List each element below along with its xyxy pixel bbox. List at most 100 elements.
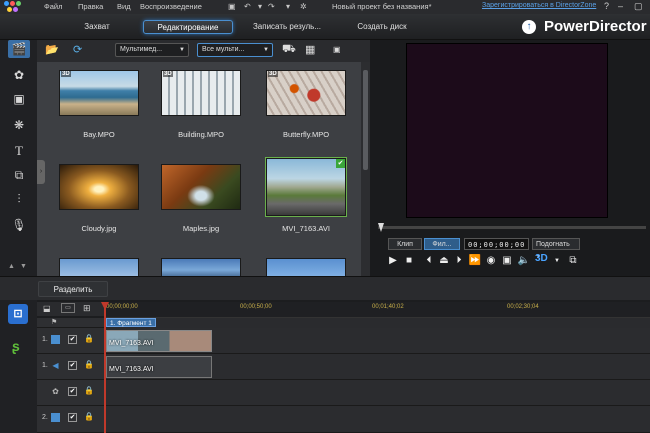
split-button[interactable]: Разделить: [38, 281, 108, 297]
media-thumbnail[interactable]: [59, 258, 139, 276]
redo-dropdown-icon[interactable]: ▾: [286, 2, 290, 11]
preview-seek-bar[interactable]: [378, 223, 646, 232]
seek-slider-handle[interactable]: [378, 223, 384, 232]
track-number: 2.: [42, 414, 48, 421]
audio-clip[interactable]: MVI_7163.AVI: [106, 356, 212, 378]
menu-playback[interactable]: Воспроизведение: [140, 2, 202, 11]
add-track-icon[interactable]: ⊞: [83, 303, 91, 314]
lock-icon[interactable]: 🔒: [84, 360, 94, 369]
import-folder-icon[interactable]: 📂: [45, 43, 59, 56]
mode-bar: Захват Редактирование Записать резуль...…: [0, 14, 650, 40]
capture-camera-icon[interactable]: ⛟: [282, 43, 296, 57]
media-thumbnail[interactable]: ✔: [265, 157, 347, 217]
playhead[interactable]: [104, 302, 106, 433]
brand-name: PowerDirector: [544, 18, 647, 35]
volume-icon[interactable]: 🔈: [517, 255, 531, 266]
undo-icon[interactable]: ↶: [244, 2, 251, 11]
media-caption: Maples.jpg: [182, 224, 220, 233]
settings-icon[interactable]: ✲: [300, 2, 307, 11]
storyboard-icon[interactable]: ʂ: [12, 338, 20, 354]
redo-icon[interactable]: ↷: [268, 2, 275, 11]
split-icon[interactable]: ⏏: [437, 255, 451, 266]
snapshot-camera-icon[interactable]: ◉: [484, 255, 498, 266]
particle-room-icon[interactable]: ❋: [8, 116, 30, 134]
effect-lane[interactable]: [104, 380, 650, 406]
previous-frame-icon[interactable]: ⏴: [422, 255, 436, 266]
media-thumbnail[interactable]: [161, 258, 241, 276]
media-filter-dropdown[interactable]: Мультимед... ▼: [115, 43, 189, 57]
track-enable-checkbox[interactable]: ✔: [68, 361, 77, 370]
panel-collapse-handle[interactable]: ›: [37, 160, 45, 184]
timeline-view-icon[interactable]: ⊡: [8, 304, 28, 324]
track-enable-checkbox[interactable]: ✔: [68, 335, 77, 344]
media-thumbnail[interactable]: 3D: [161, 70, 241, 116]
track-enable-checkbox[interactable]: ✔: [68, 413, 77, 422]
scrollbar-thumb[interactable]: [363, 70, 368, 170]
lock-icon[interactable]: 🔒: [84, 334, 94, 343]
restore-icon[interactable]: ▢: [634, 1, 643, 12]
scroll-up-icon[interactable]: ▲: [8, 263, 15, 270]
fit-timeline-icon[interactable]: ▭: [61, 303, 75, 313]
media-thumbnail[interactable]: 3D: [266, 70, 346, 116]
timecode-display[interactable]: 00;00;00;00: [464, 238, 530, 250]
media-caption: Bay.MPO: [83, 130, 115, 139]
grid-view-icon[interactable]: ▦: [305, 43, 315, 56]
track-head-effect: ✿ ✔ 🔒: [37, 380, 104, 406]
lock-icon[interactable]: 🔒: [84, 386, 94, 395]
video-lane-2[interactable]: [104, 406, 650, 433]
track-manager-icon[interactable]: ⬓: [43, 304, 51, 313]
zoom-fit-dropdown[interactable]: Подогнать ▼: [532, 238, 580, 260]
undo-dropdown-icon[interactable]: ▾: [258, 2, 262, 11]
clip-mode-button[interactable]: Клип: [388, 238, 422, 250]
chapter-track-head: ⚑: [37, 318, 104, 328]
tab-capture[interactable]: Захват: [72, 20, 122, 34]
next-frame-icon[interactable]: ⏵: [452, 255, 466, 266]
tab-create-disc[interactable]: Создать диск: [346, 20, 418, 34]
record-icon[interactable]: ▣: [500, 255, 514, 266]
project-title: Новый проект без названия*: [332, 2, 432, 11]
timeline-ruler[interactable]: 00;00;00;00 00;00;50;00 00;01;40;02 00;0…: [104, 302, 650, 318]
media-thumbnail[interactable]: 3D: [59, 70, 139, 116]
minimize-icon[interactable]: –: [618, 1, 623, 11]
library-scrollbar[interactable]: [361, 62, 370, 276]
register-directorzone-link[interactable]: Зарегистрироваться в DirectorZone: [482, 2, 596, 9]
view-options-icon[interactable]: ▣: [333, 45, 341, 54]
media-scope-dropdown[interactable]: Все мульти... ▼: [197, 43, 273, 57]
track-enable-checkbox[interactable]: ✔: [68, 387, 77, 396]
tab-edit[interactable]: Редактирование: [143, 20, 233, 34]
title-room-icon[interactable]: T: [8, 142, 30, 160]
media-thumbnail[interactable]: [161, 164, 241, 210]
play-icon[interactable]: ▶: [386, 255, 400, 266]
transition-room-icon[interactable]: ⧉: [8, 166, 30, 184]
media-caption: Building.MPO: [178, 130, 224, 139]
media-thumbnail[interactable]: [59, 164, 139, 210]
film-mode-button[interactable]: Фил...: [424, 238, 460, 250]
tab-produce[interactable]: Записать резуль...: [244, 20, 330, 34]
effect-room-icon[interactable]: ✿: [8, 66, 30, 84]
pip-room-icon[interactable]: ▣: [8, 90, 30, 108]
preview-panel: Клип Фил... 00;00;00;00 Подогнать ▼ ▶ ■ …: [370, 40, 650, 276]
scroll-down-icon[interactable]: ▼: [20, 263, 27, 270]
lock-icon[interactable]: 🔒: [84, 412, 94, 421]
media-thumbnail[interactable]: [266, 258, 346, 276]
help-button[interactable]: ?: [604, 1, 609, 11]
voiceover-room-icon[interactable]: 🎙: [8, 216, 30, 234]
menu-view[interactable]: Вид: [117, 2, 131, 11]
save-icon[interactable]: ▣: [228, 2, 236, 11]
media-room-icon[interactable]: 🎬: [8, 40, 30, 58]
stop-icon[interactable]: ■: [402, 255, 416, 266]
chapter-marker[interactable]: 1. Фрагмент 1: [106, 318, 156, 327]
preview-mode-row: Клип Фил... 00;00;00;00 Подогнать ▼: [388, 238, 648, 260]
track-head-video-1: 1. ✔ 🔒: [37, 328, 104, 354]
chevron-down-icon: ▼: [179, 47, 185, 53]
audio-mixing-room-icon[interactable]: ⫶: [8, 190, 30, 208]
chevron-down-icon[interactable]: ▼: [550, 258, 564, 264]
menu-file[interactable]: Файл: [44, 2, 62, 11]
fast-forward-icon[interactable]: ⏩: [468, 255, 482, 266]
menu-edit[interactable]: Правка: [78, 2, 103, 11]
update-arrow-icon[interactable]: ↑: [522, 20, 536, 34]
3d-mode-button[interactable]: 3D: [535, 253, 548, 264]
video-clip[interactable]: MVI_7163.AVI: [106, 330, 212, 352]
undock-preview-icon[interactable]: ⧉: [566, 255, 580, 266]
download-media-icon[interactable]: ⟳: [73, 43, 82, 56]
